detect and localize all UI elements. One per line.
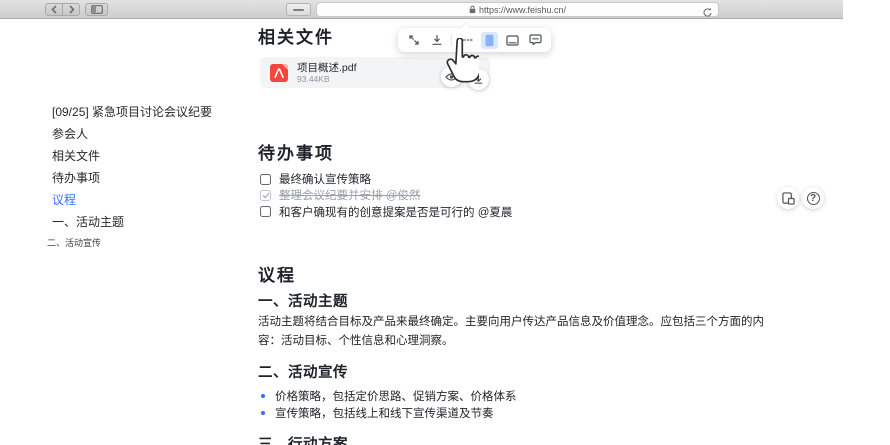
- preview-style-icon[interactable]: [504, 32, 521, 49]
- forward-button[interactable]: [62, 3, 80, 16]
- download-circle-icon: [473, 74, 484, 85]
- eye-icon: [445, 72, 458, 82]
- toolbar-divider: [451, 34, 452, 46]
- checkbox-unchecked-icon[interactable]: [260, 174, 271, 185]
- outline-item-attendees[interactable]: 参会人: [52, 123, 212, 145]
- chevron-right-icon: [68, 5, 75, 14]
- file-name: 项目概述.pdf: [297, 62, 357, 74]
- minus-icon: [293, 9, 304, 11]
- sidebar-toggle-button[interactable]: [85, 3, 108, 16]
- bullet-dot-icon: [261, 411, 265, 415]
- inline-style-icon[interactable]: [458, 32, 475, 49]
- document-outline: [09/25] 紧急项目讨论会议纪要 参会人 相关文件 待办事项 议程 一、活动…: [52, 101, 212, 250]
- download-file-button[interactable]: [468, 69, 489, 90]
- file-size: 93.44KB: [297, 74, 357, 84]
- tab-minimize-button[interactable]: [286, 3, 311, 16]
- todo-heading: 待办事项: [258, 139, 334, 164]
- bullet-text: 价格策略，包括定价思路、促销方案、价格体系: [275, 388, 517, 404]
- expand-icon[interactable]: [405, 32, 422, 49]
- agenda-section3-heading: 三、行动方案: [258, 433, 348, 445]
- agenda-heading: 议程: [258, 261, 296, 286]
- refresh-icon: [702, 7, 713, 18]
- todo-text: 和客户确现有的创意提案是否是可行的 @夏晨: [279, 204, 512, 220]
- outline-item-related-files[interactable]: 相关文件: [52, 145, 212, 167]
- todo-list: 最终确认宣传策略 整理会议纪要并安排 @俊然 和客户确现有的创意提案是否是可行的…: [260, 171, 512, 220]
- outline-item-promotion[interactable]: 二、活动宣传: [47, 236, 212, 250]
- outline-item-title[interactable]: [09/25] 紧急项目讨论会议纪要: [52, 101, 212, 123]
- preview-file-button[interactable]: [441, 66, 462, 87]
- outline-item-todos[interactable]: 待办事项: [52, 167, 212, 189]
- todo-item: 和客户确现有的创意提案是否是可行的 @夏晨: [260, 204, 512, 220]
- related-files-heading: 相关文件: [258, 23, 334, 48]
- reload-button[interactable]: [702, 5, 713, 23]
- agenda-section1-body: 活动主题将结合目标及产品来最终确定。主要向用户传达产品信息及价值理念。应包括三个…: [258, 313, 766, 350]
- bullet-dot-icon: [261, 394, 265, 398]
- padlock-icon: [469, 5, 476, 14]
- list-item: 价格策略，包括定价思路、促销方案、价格体系: [261, 387, 517, 405]
- pdf-file-icon: [270, 64, 288, 82]
- download-icon[interactable]: [428, 32, 445, 49]
- card-style-icon-active[interactable]: [481, 32, 498, 49]
- todo-text: 整理会议纪要并安排 @俊然: [279, 187, 420, 203]
- help-icon: ?: [807, 192, 820, 205]
- todo-item-completed: 整理会议纪要并安排 @俊然: [260, 187, 512, 203]
- checkbox-checked-icon[interactable]: [260, 190, 271, 201]
- bullet-text: 宣传策略，包括线上和线下宣传渠道及节奏: [275, 405, 494, 421]
- doc-template-button[interactable]: [777, 187, 799, 209]
- browser-toolbar: https://www.feishu.cn/: [0, 0, 843, 19]
- todo-text: 最终确认宣传策略: [279, 171, 371, 187]
- file-meta: 项目概述.pdf 93.44KB: [297, 62, 357, 84]
- checkbox-unchecked-icon[interactable]: [260, 206, 271, 217]
- address-bar[interactable]: https://www.feishu.cn/: [316, 2, 719, 17]
- comment-icon[interactable]: [527, 32, 544, 49]
- agenda-section2-heading: 二、活动宣传: [258, 361, 348, 382]
- back-button[interactable]: [45, 3, 63, 16]
- outline-item-agenda-active[interactable]: 议程: [52, 189, 212, 211]
- list-item: 宣传策略，包括线上和线下宣传渠道及节奏: [261, 405, 517, 423]
- bullet-list: 价格策略，包括定价思路、促销方案、价格体系 宣传策略，包括线上和线下宣传渠道及节…: [261, 387, 517, 422]
- todo-item: 最终确认宣传策略: [260, 171, 512, 187]
- help-button[interactable]: ?: [802, 187, 824, 209]
- agenda-section1-heading: 一、活动主题: [258, 290, 348, 311]
- doc-template-icon: [782, 192, 795, 205]
- attachment-toolbar-popup: [398, 28, 551, 52]
- outline-item-theme[interactable]: 一、活动主题: [52, 211, 212, 233]
- sidebar-toggle-icon: [91, 5, 103, 14]
- url-text: https://www.feishu.cn/: [479, 5, 566, 15]
- chevron-left-icon: [51, 5, 58, 14]
- nav-buttons: [45, 3, 80, 16]
